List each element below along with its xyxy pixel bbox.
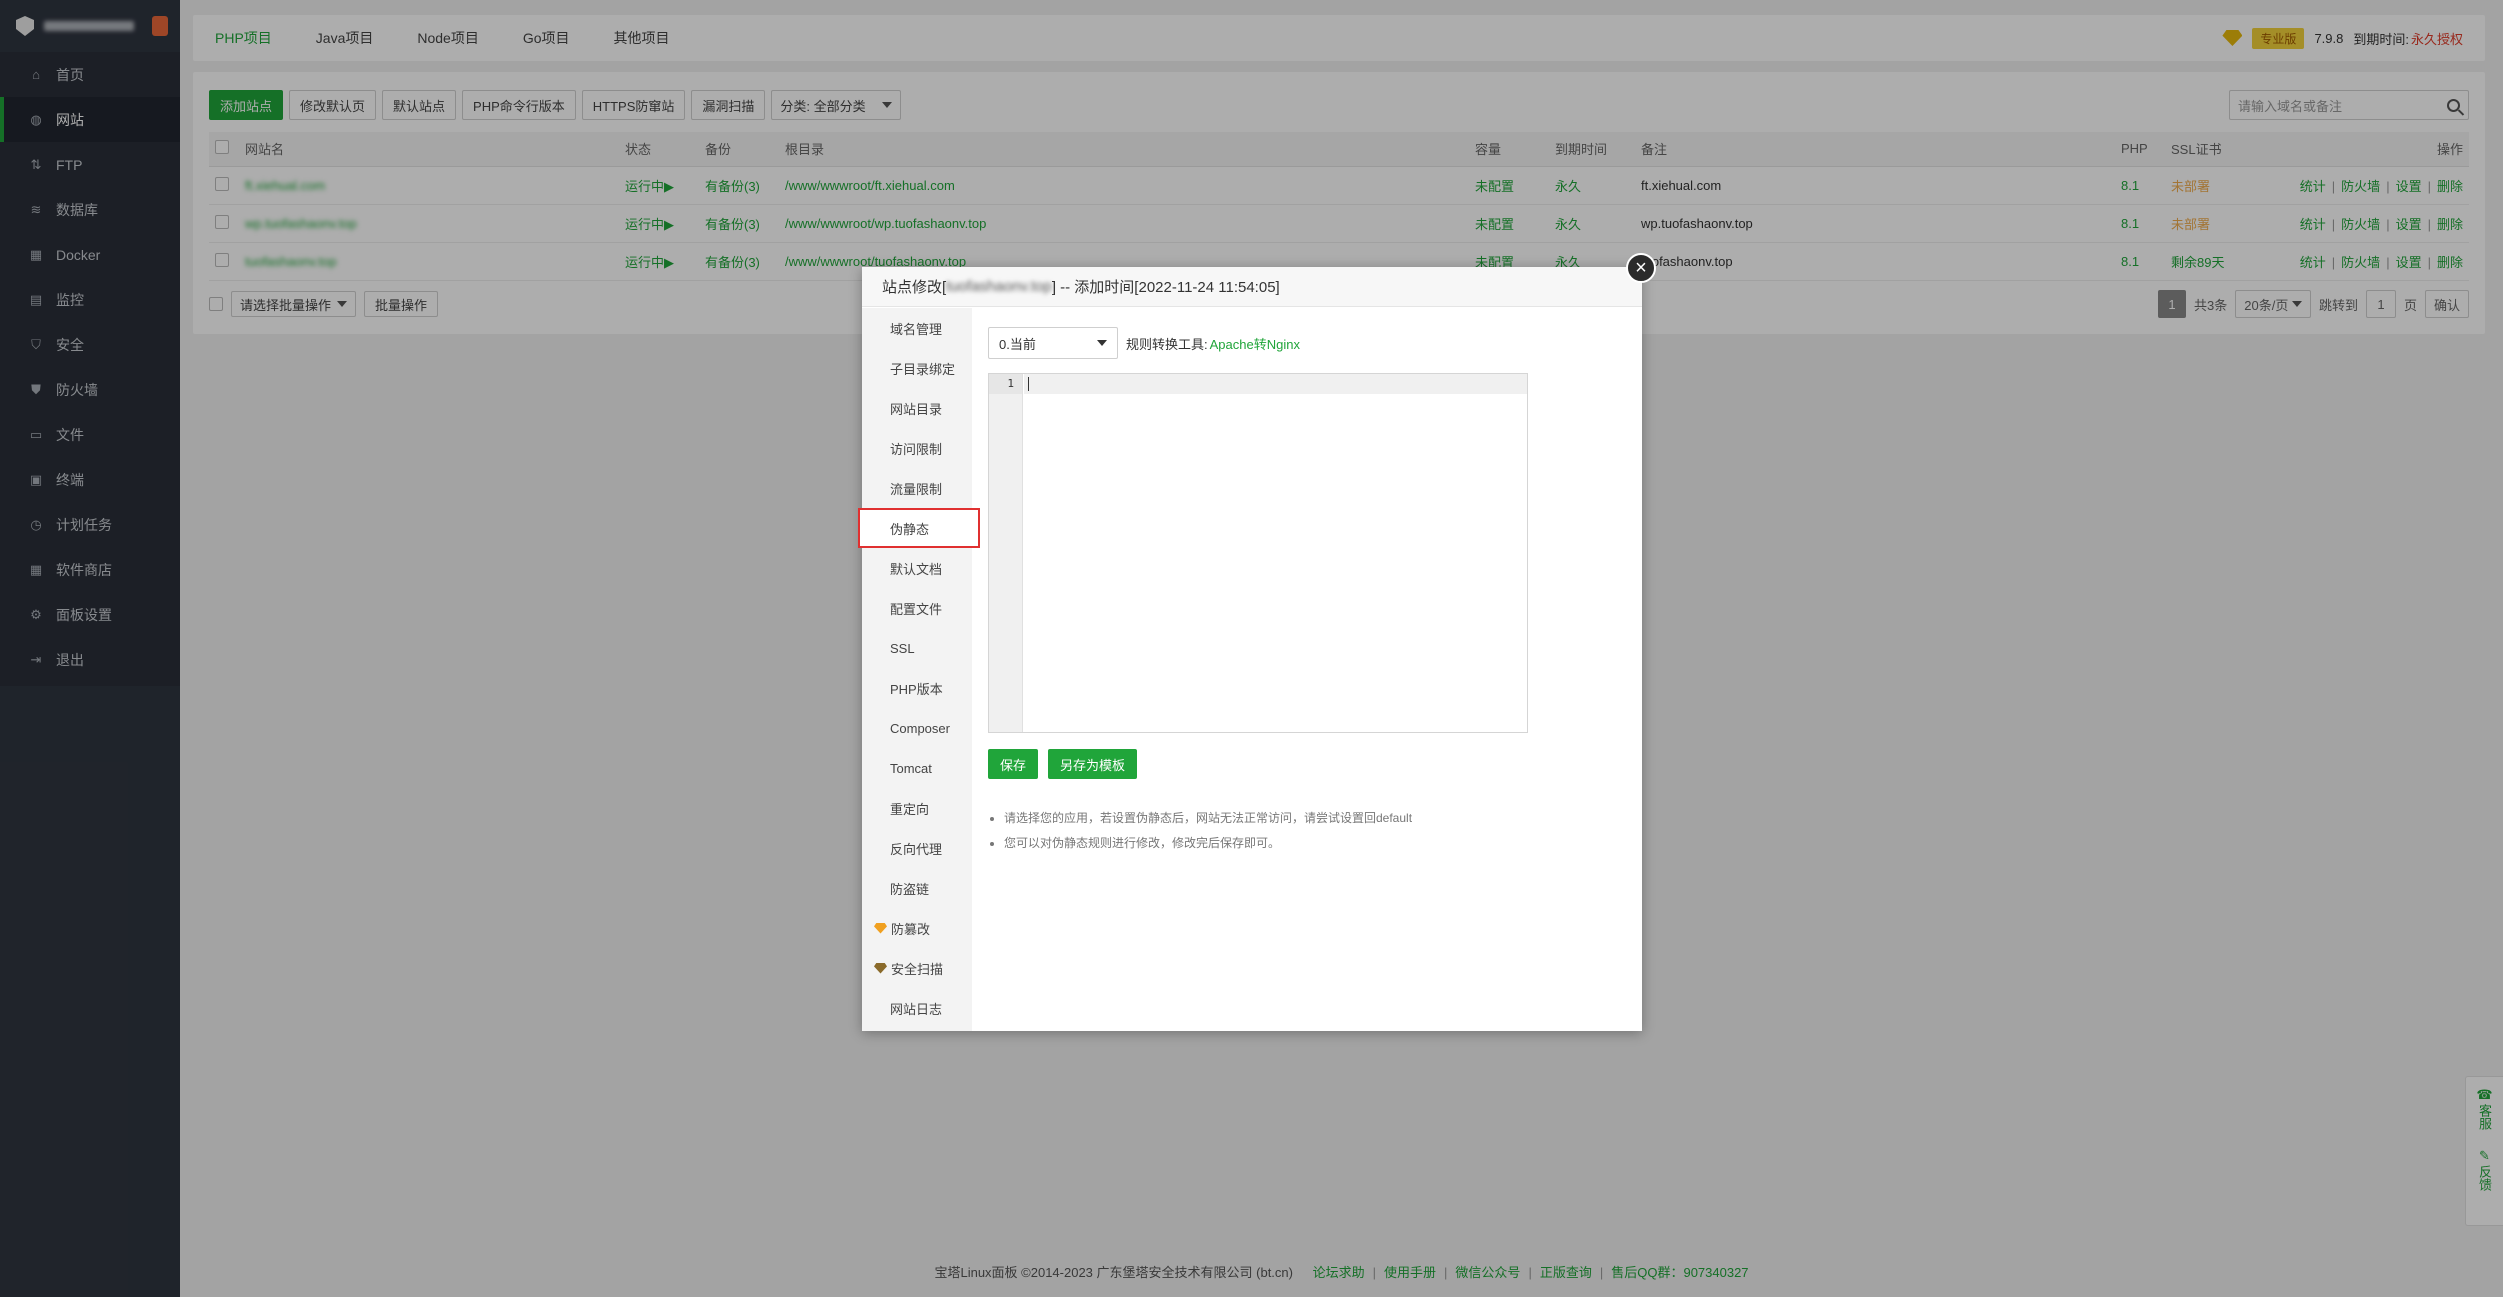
dialog-menu-label: SSL — [890, 640, 915, 656]
dialog-menu-label: 伪静态 — [890, 521, 930, 537]
converter-label: 规则转换工具: — [1126, 336, 1208, 352]
close-button[interactable]: × — [1626, 253, 1656, 283]
dialog-menu-item-1[interactable]: 子目录绑定 — [862, 348, 972, 388]
dialog-menu-label: 流量限制 — [890, 481, 943, 497]
site-modify-dialog: 站点修改[tuofashaonv.top] -- 添加时间[2022-11-24… — [858, 253, 1656, 1031]
dialog-menu-label: 网站日志 — [890, 1001, 943, 1017]
rewrite-panel: 0.当前 规则转换工具: Apache转Nginx 1 保存 另存为模板 请选择… — [988, 327, 1622, 863]
dialog-menu-label: Composer — [890, 720, 950, 736]
dialog-menu-label: 网站目录 — [890, 401, 943, 417]
dialog-menu-item-3[interactable]: 访问限制 — [862, 428, 972, 468]
dialog-menu-label: PHP版本 — [890, 681, 943, 697]
dialog-menu-label: 配置文件 — [890, 601, 943, 617]
dialog-menu-item-13[interactable]: 反向代理 — [862, 828, 972, 868]
dialog-menu-item-10[interactable]: Composer — [862, 708, 972, 748]
dialog-menu-item-12[interactable]: 重定向 — [862, 788, 972, 828]
rewrite-tips: 请选择您的应用，若设置伪静态后，网站无法正常访问，请尝试设置回default 您… — [988, 809, 1622, 851]
dialog-title: 站点修改[tuofashaonv.top] -- 添加时间[2022-11-24… — [862, 267, 1642, 307]
line-number: 1 — [989, 374, 1022, 394]
dialog-menu-item-0[interactable]: 域名管理 — [862, 308, 972, 348]
dialog-menu-label: 子目录绑定 — [890, 361, 956, 377]
dialog-menu-label: 默认文档 — [890, 561, 943, 577]
dialog-menu-label: 防盗链 — [890, 881, 930, 897]
dialog-menu-label: 重定向 — [890, 801, 930, 817]
title-site: tuofashaonv.top — [946, 278, 1052, 295]
pro-diamond-icon — [874, 922, 887, 934]
dialog-menu-label: 防篡改 — [891, 921, 931, 937]
chevron-down-icon — [1097, 340, 1107, 346]
rewrite-template-select[interactable]: 0.当前 — [988, 327, 1118, 359]
rewrite-code-editor[interactable]: 1 — [988, 373, 1528, 733]
title-prefix: 站点修改[ — [882, 279, 947, 296]
rewrite-select-value: 0.当前 — [999, 336, 1036, 352]
pro-diamond-icon — [874, 962, 887, 974]
dialog-menu-item-2[interactable]: 网站目录 — [862, 388, 972, 428]
dialog-menu-item-9[interactable]: PHP版本 — [862, 668, 972, 708]
dialog-menu-label: 安全扫描 — [891, 961, 944, 977]
dialog-menu-item-11[interactable]: Tomcat — [862, 748, 972, 788]
save-button[interactable]: 保存 — [988, 749, 1039, 779]
dialog-menu: 域名管理子目录绑定网站目录访问限制流量限制伪静态默认文档配置文件 SSL PHP版本… — [858, 308, 980, 1031]
close-icon: × — [1635, 257, 1647, 279]
apache-to-nginx-link[interactable]: Apache转Nginx — [1210, 334, 1300, 353]
dialog-menu-item-8[interactable]: SSL — [862, 628, 972, 668]
dialog-menu-item-7[interactable]: 配置文件 — [862, 588, 972, 628]
title-suffix: ] -- 添加时间[2022-11-24 11:54:05] — [1051, 279, 1280, 296]
dialog-menu-label: 域名管理 — [890, 321, 943, 337]
editor-active-line — [1024, 374, 1527, 394]
dialog-menu-item-5[interactable]: 伪静态 — [858, 508, 980, 548]
dialog-menu-item-4[interactable]: 流量限制 — [862, 468, 972, 508]
save-as-template-button[interactable]: 另存为模板 — [1048, 749, 1138, 779]
editor-cursor — [1028, 377, 1029, 391]
dialog-menu-item-15[interactable]: 防篡改 — [862, 908, 972, 948]
dialog-menu-label: Tomcat — [890, 760, 932, 776]
dialog-menu-label: 访问限制 — [890, 441, 943, 457]
dialog-menu-item-16[interactable]: 安全扫描 — [862, 948, 972, 988]
tip-item: 请选择您的应用，若设置伪静态后，网站无法正常访问，请尝试设置回default — [1004, 809, 1622, 826]
dialog-menu-item-17[interactable]: 网站日志 — [862, 988, 972, 1028]
tip-item: 您可以对伪静态规则进行修改，修改完后保存即可。 — [1004, 834, 1622, 851]
dialog-menu-label: 反向代理 — [890, 841, 943, 857]
dialog-menu-item-6[interactable]: 默认文档 — [862, 548, 972, 588]
dialog-menu-item-14[interactable]: 防盗链 — [862, 868, 972, 908]
editor-gutter: 1 — [989, 374, 1023, 732]
